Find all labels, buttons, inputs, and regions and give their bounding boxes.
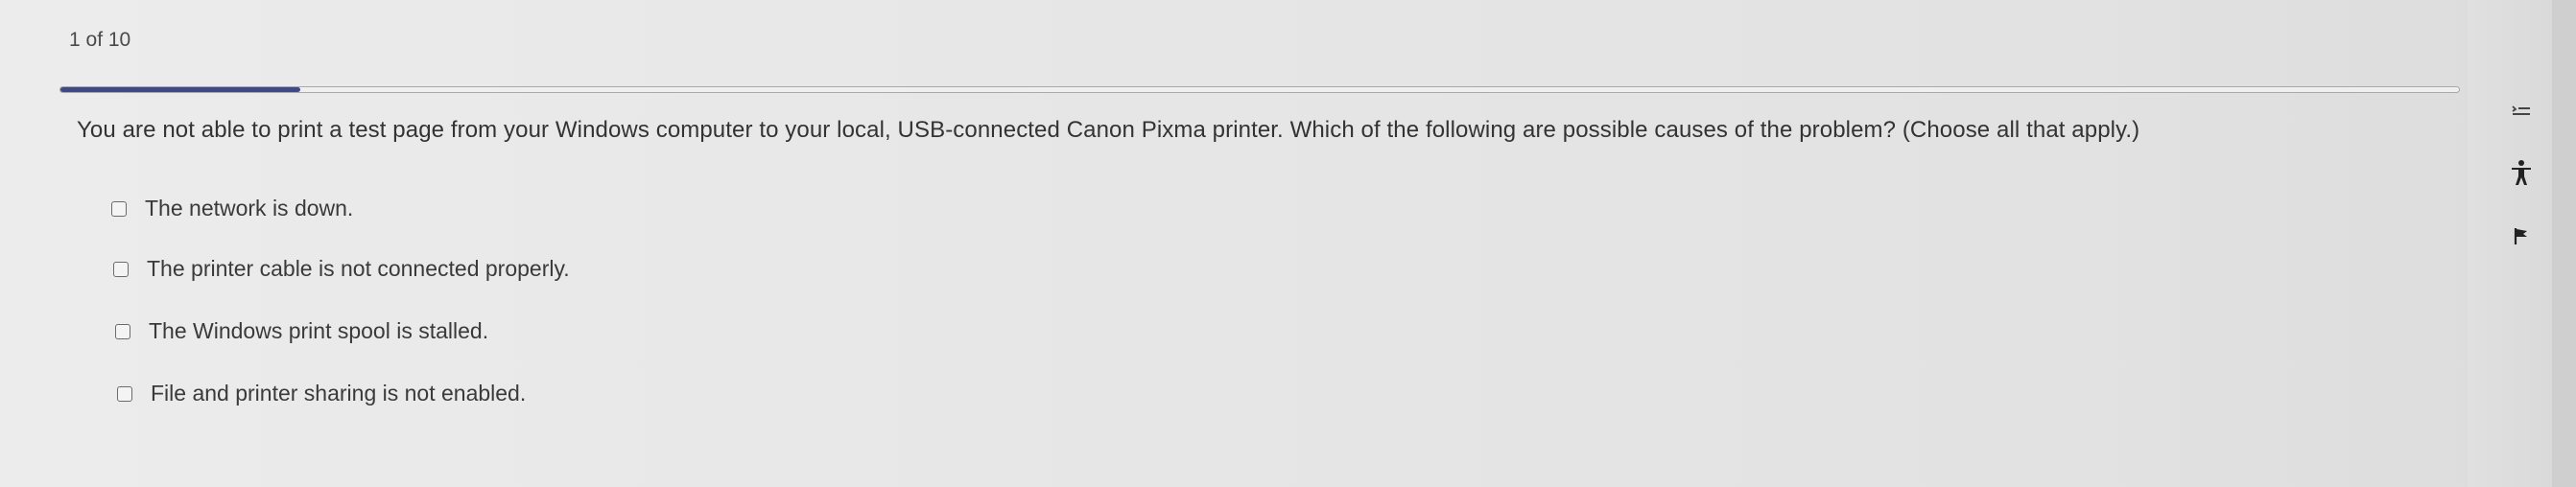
option-2[interactable]: The printer cable is not connected prope… — [113, 256, 570, 282]
question-counter: 1 of 10 — [69, 29, 131, 51]
option-1-label: The network is down. — [145, 196, 354, 220]
option-3[interactable]: The Windows print spool is stalled. — [115, 318, 488, 344]
flag-icon[interactable] — [2500, 215, 2542, 257]
option-4[interactable]: File and printer sharing is not enabled. — [117, 381, 526, 406]
option-4-checkbox[interactable] — [117, 385, 132, 402]
option-2-label: The printer cable is not connected prope… — [147, 256, 570, 281]
option-2-checkbox[interactable] — [113, 261, 129, 277]
list-settings-icon[interactable] — [2500, 92, 2542, 134]
option-4-label: File and printer sharing is not enabled. — [151, 381, 527, 406]
question-text: You are not able to print a test page fr… — [77, 117, 2140, 143]
sidebar-edge — [2552, 0, 2576, 487]
progress-bar — [59, 86, 2460, 93]
option-3-checkbox[interactable] — [115, 323, 130, 339]
progress-fill — [60, 87, 300, 92]
option-1-checkbox[interactable] — [111, 200, 127, 217]
option-1[interactable]: The network is down. — [111, 196, 353, 221]
accessibility-icon[interactable] — [2500, 151, 2542, 194]
option-3-label: The Windows print spool is stalled. — [149, 318, 489, 343]
